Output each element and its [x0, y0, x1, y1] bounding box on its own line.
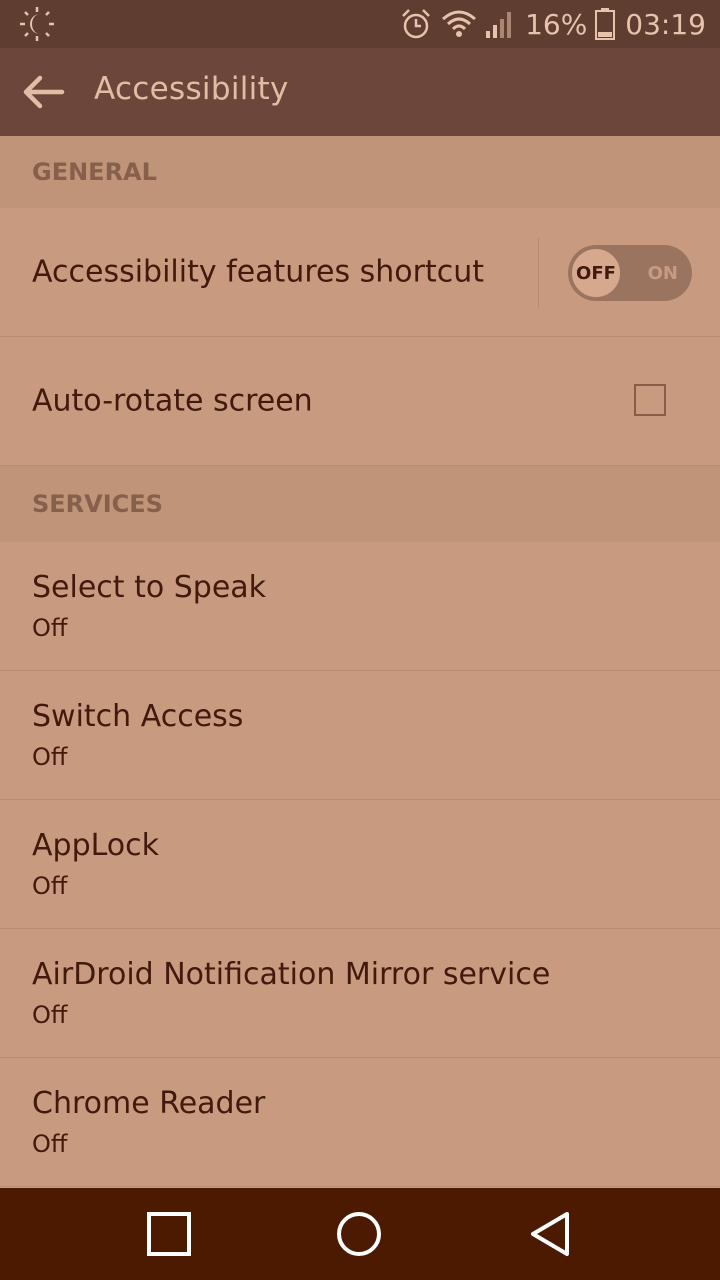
toggle-on-label: ON: [647, 262, 678, 284]
arrow-back-icon: [18, 75, 66, 120]
recents-button[interactable]: [145, 1210, 193, 1258]
toggle-knob: OFF: [570, 247, 622, 299]
service-switch-access[interactable]: Switch Access Off: [0, 671, 720, 800]
status-bar: 16% 03:19: [0, 0, 720, 48]
service-status: Off: [32, 1001, 68, 1029]
auto-rotate-row[interactable]: Auto-rotate screen: [0, 337, 720, 466]
wifi-icon: [441, 9, 477, 39]
divider: [538, 238, 539, 308]
auto-rotate-checkbox[interactable]: [634, 384, 666, 416]
cellular-signal-icon: [485, 9, 515, 39]
service-title: Select to Speak: [32, 570, 267, 605]
back-nav-button[interactable]: [527, 1210, 575, 1258]
service-status: Off: [32, 872, 68, 900]
navigation-bar: [0, 1188, 720, 1280]
service-airdroid-notification-mirror[interactable]: AirDroid Notification Mirror service Off: [0, 929, 720, 1058]
service-title: AirDroid Notification Mirror service: [32, 957, 551, 992]
back-triangle-icon: [527, 1212, 575, 1262]
battery-icon: [595, 8, 616, 40]
service-title: Switch Access: [32, 699, 244, 734]
recents-square-icon: [145, 1212, 193, 1262]
night-mode-icon: [18, 6, 56, 42]
service-select-to-speak[interactable]: Select to Speak Off: [0, 542, 720, 671]
status-icons: 16% 03:19: [399, 0, 706, 48]
service-title: Chrome Reader: [32, 1086, 266, 1121]
back-button[interactable]: [18, 68, 70, 116]
battery-percent: 16%: [525, 7, 588, 41]
home-button[interactable]: [335, 1210, 383, 1258]
app-bar: Accessibility: [0, 48, 720, 136]
settings-list: GENERAL Accessibility features shortcut …: [0, 136, 720, 1187]
service-status: Off: [32, 614, 68, 642]
section-header-services: SERVICES: [0, 466, 720, 542]
section-header-general: GENERAL: [0, 136, 720, 208]
accessibility-shortcut-row[interactable]: Accessibility features shortcut OFF ON: [0, 208, 720, 337]
clock-time: 03:19: [625, 7, 706, 41]
service-applock[interactable]: AppLock Off: [0, 800, 720, 929]
service-status: Off: [32, 743, 68, 771]
auto-rotate-label: Auto-rotate screen: [32, 383, 313, 419]
page-title: Accessibility: [94, 71, 289, 107]
alarm-clock-icon: [399, 7, 433, 41]
service-chrome-reader[interactable]: Chrome Reader Off: [0, 1058, 720, 1187]
service-title: AppLock: [32, 828, 160, 863]
home-circle-icon: [335, 1212, 383, 1262]
accessibility-shortcut-label: Accessibility features shortcut: [32, 254, 484, 290]
service-status: Off: [32, 1130, 68, 1158]
accessibility-shortcut-toggle[interactable]: OFF ON: [568, 245, 692, 301]
